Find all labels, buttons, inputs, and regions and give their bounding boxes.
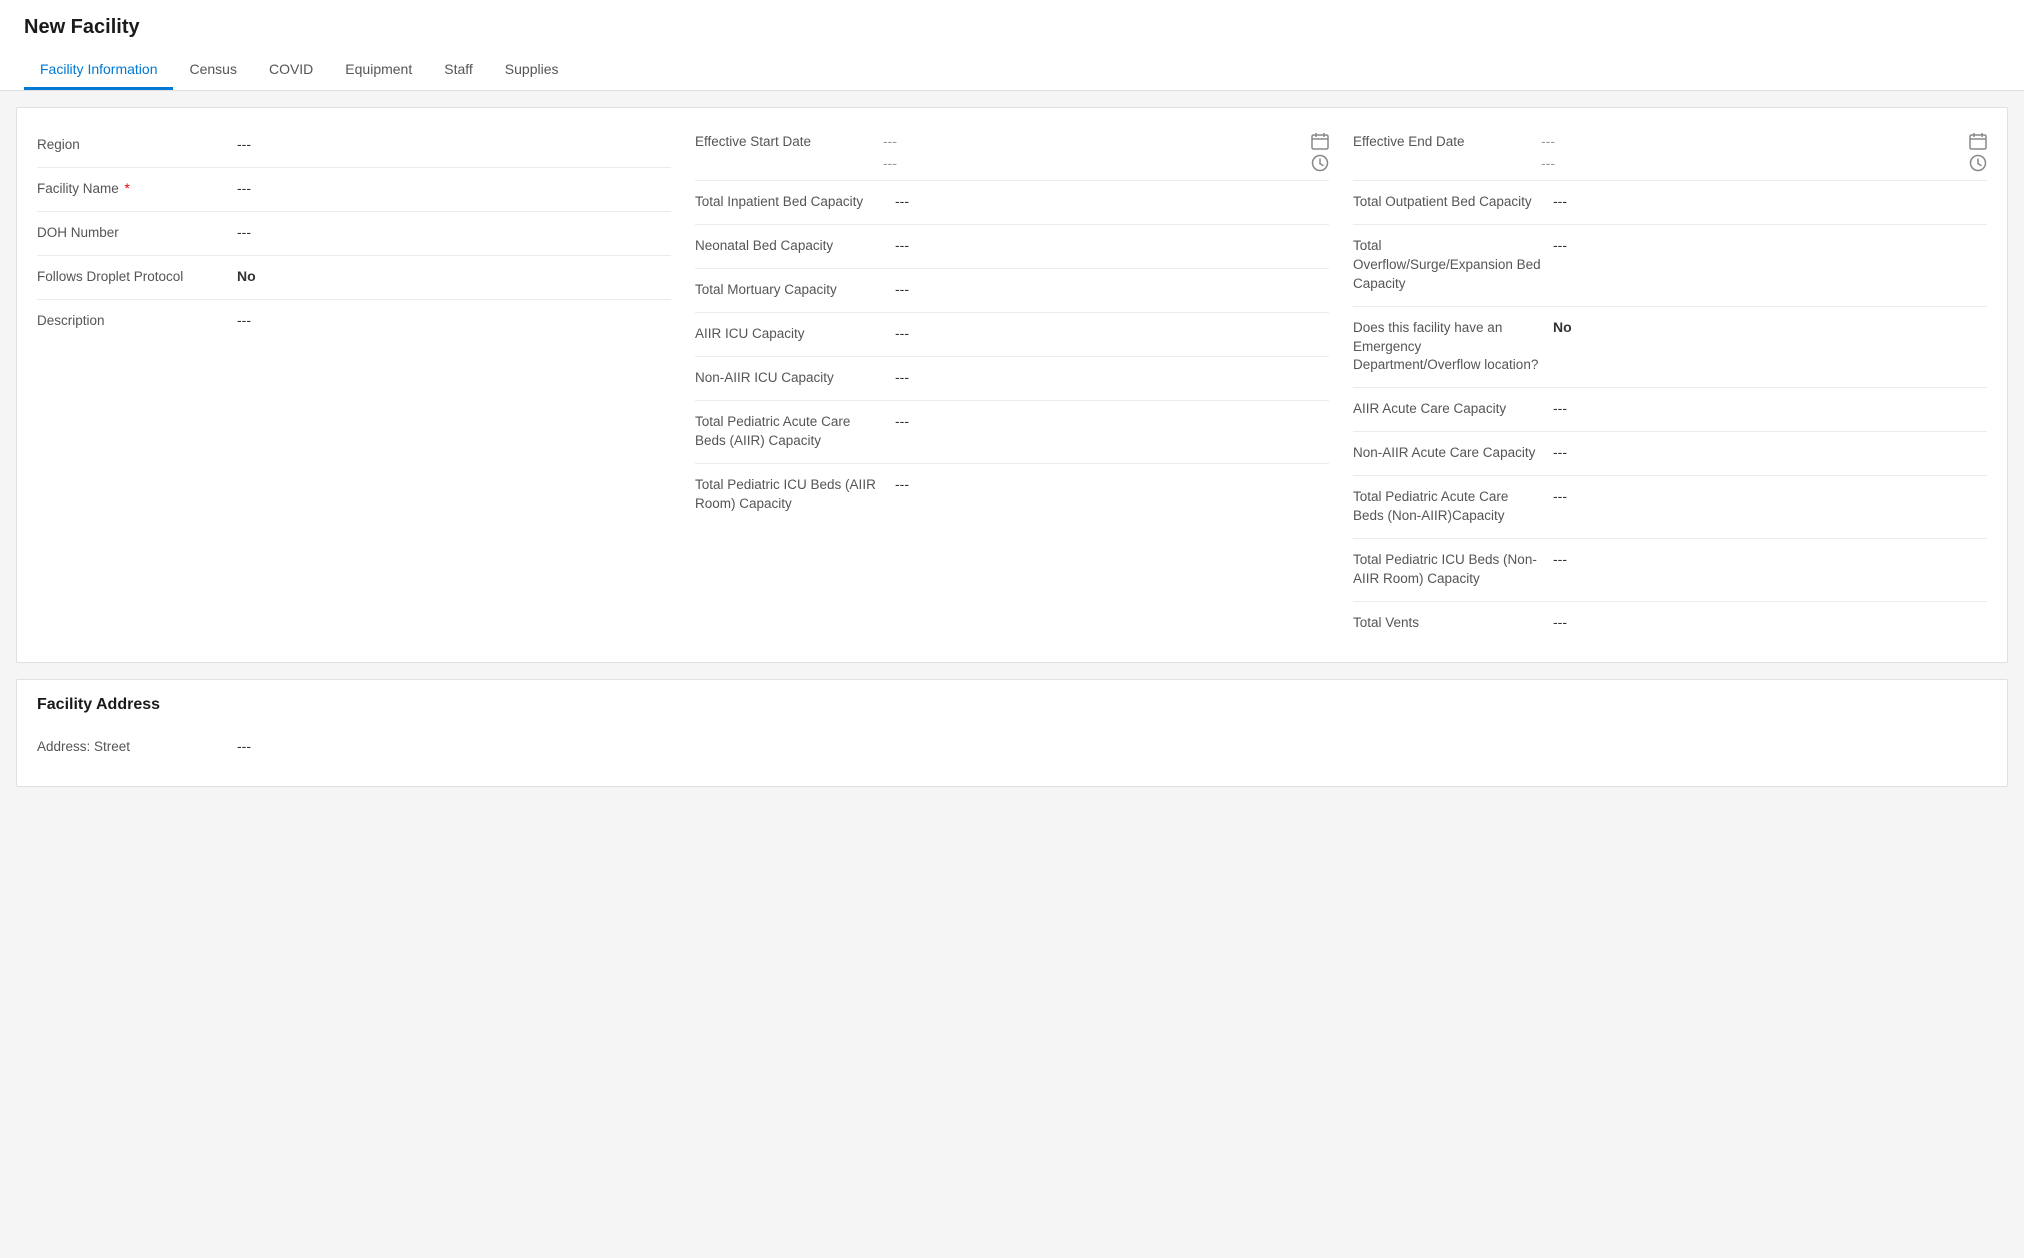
follows-droplet-value: No xyxy=(237,268,671,284)
address-street-row: Address: Street --- xyxy=(37,726,1987,770)
bed-left-value-4: --- xyxy=(895,369,1329,385)
right-section: Effective End Date --- xyxy=(1353,124,1987,646)
tab-staff[interactable]: Staff xyxy=(428,51,489,90)
bed-capacity-left-section: Total Inpatient Bed Capacity --- Neonata… xyxy=(695,181,1329,526)
facility-name-row: Facility Name * --- xyxy=(37,168,671,212)
bed-right-row-6: Total Pediatric ICU Beds (Non-AIIR Room)… xyxy=(1353,539,1987,602)
page-header: New Facility Facility Information Census… xyxy=(0,0,2024,91)
region-label: Region xyxy=(37,136,237,155)
region-row: Region --- xyxy=(37,124,671,168)
bed-capacity-right-section: Total Outpatient Bed Capacity --- Total … xyxy=(1353,181,1987,646)
bed-right-row-3: AIIR Acute Care Capacity --- xyxy=(1353,388,1987,432)
tab-equipment[interactable]: Equipment xyxy=(329,51,428,90)
bed-right-value-2: No xyxy=(1553,319,1987,335)
effective-end-date-block: Effective End Date --- xyxy=(1353,124,1987,181)
bed-right-label-5: Total Pediatric Acute Care Beds (Non-AII… xyxy=(1353,488,1553,526)
bed-left-label-2: Total Mortuary Capacity xyxy=(695,281,895,300)
facility-info-grid: Region --- Facility Name * --- DOH Numbe… xyxy=(37,124,1987,646)
bed-right-row-0: Total Outpatient Bed Capacity --- xyxy=(1353,181,1987,225)
bed-left-row-2: Total Mortuary Capacity --- xyxy=(695,269,1329,313)
doh-number-label: DOH Number xyxy=(37,224,237,243)
bed-left-value-1: --- xyxy=(895,237,1329,253)
bed-right-value-3: --- xyxy=(1553,400,1987,416)
bed-right-row-4: Non-AIIR Acute Care Capacity --- xyxy=(1353,432,1987,476)
effective-start-date-calendar-icon[interactable] xyxy=(1311,132,1329,150)
effective-end-date-label: Effective End Date xyxy=(1353,134,1533,149)
effective-end-date-value: --- xyxy=(1541,133,1961,149)
description-value: --- xyxy=(237,312,671,328)
effective-start-time-clock-icon[interactable] xyxy=(1311,154,1329,172)
bed-right-row-2: Does this facility have an Emergency Dep… xyxy=(1353,307,1987,389)
bed-right-label-6: Total Pediatric ICU Beds (Non-AIIR Room)… xyxy=(1353,551,1553,589)
bed-left-row-4: Non-AIIR ICU Capacity --- xyxy=(695,357,1329,401)
address-street-label: Address: Street xyxy=(37,738,237,757)
tab-nav: Facility Information Census COVID Equipm… xyxy=(24,51,2000,90)
effective-start-time-value: --- xyxy=(883,155,1303,171)
bed-left-label-5: Total Pediatric Acute Care Beds (AIIR) C… xyxy=(695,413,895,451)
region-value: --- xyxy=(237,136,671,152)
facility-address-card: Facility Address Address: Street --- xyxy=(16,679,2008,787)
required-indicator: * xyxy=(121,181,130,196)
description-row: Description --- xyxy=(37,300,671,344)
bed-right-label-2: Does this facility have an Emergency Dep… xyxy=(1353,319,1553,376)
bed-right-value-7: --- xyxy=(1553,614,1987,630)
bed-right-row-5: Total Pediatric Acute Care Beds (Non-AII… xyxy=(1353,476,1987,539)
bed-right-label-7: Total Vents xyxy=(1353,614,1553,633)
effective-end-date-row: Effective End Date --- xyxy=(1353,132,1987,150)
bed-left-row-5: Total Pediatric Acute Care Beds (AIIR) C… xyxy=(695,401,1329,464)
bed-left-value-5: --- xyxy=(895,413,1329,429)
effective-start-date-block: Effective Start Date --- xyxy=(695,124,1329,181)
bed-left-row-1: Neonatal Bed Capacity --- xyxy=(695,225,1329,269)
tab-facility-information[interactable]: Facility Information xyxy=(24,51,173,90)
description-label: Description xyxy=(37,312,237,331)
bed-left-label-1: Neonatal Bed Capacity xyxy=(695,237,895,256)
bed-left-value-3: --- xyxy=(895,325,1329,341)
basic-info-section: Region --- Facility Name * --- DOH Numbe… xyxy=(37,124,671,646)
bed-right-row-7: Total Vents --- xyxy=(1353,602,1987,646)
bed-left-row-6: Total Pediatric ICU Beds (AIIR Room) Cap… xyxy=(695,464,1329,526)
facility-name-value: --- xyxy=(237,180,671,196)
address-street-value: --- xyxy=(237,738,1987,754)
bed-left-value-6: --- xyxy=(895,476,1329,492)
page-title: New Facility xyxy=(24,16,2000,39)
bed-left-label-4: Non-AIIR ICU Capacity xyxy=(695,369,895,388)
facility-address-title: Facility Address xyxy=(37,696,1987,714)
effective-end-date-calendar-icon[interactable] xyxy=(1969,132,1987,150)
effective-start-date-row: Effective Start Date --- xyxy=(695,132,1329,150)
follows-droplet-label: Follows Droplet Protocol xyxy=(37,268,237,287)
bed-left-row-0: Total Inpatient Bed Capacity --- xyxy=(695,181,1329,225)
bed-left-label-3: AIIR ICU Capacity xyxy=(695,325,895,344)
bed-left-row-3: AIIR ICU Capacity --- xyxy=(695,313,1329,357)
tab-census[interactable]: Census xyxy=(173,51,252,90)
bed-right-value-4: --- xyxy=(1553,444,1987,460)
middle-section: Effective Start Date --- xyxy=(695,124,1329,646)
effective-start-time-row: --- xyxy=(695,150,1329,172)
effective-start-date-value: --- xyxy=(883,133,1303,149)
tab-supplies[interactable]: Supplies xyxy=(489,51,575,90)
effective-end-time-clock-icon[interactable] xyxy=(1969,154,1987,172)
follows-droplet-row: Follows Droplet Protocol No xyxy=(37,256,671,300)
doh-number-row: DOH Number --- xyxy=(37,212,671,256)
bed-right-label-3: AIIR Acute Care Capacity xyxy=(1353,400,1553,419)
bed-left-label-0: Total Inpatient Bed Capacity xyxy=(695,193,895,212)
facility-info-card: Region --- Facility Name * --- DOH Numbe… xyxy=(16,107,2008,663)
doh-number-value: --- xyxy=(237,224,671,240)
bed-right-value-5: --- xyxy=(1553,488,1987,504)
bed-right-label-0: Total Outpatient Bed Capacity xyxy=(1353,193,1553,212)
effective-end-time-value: --- xyxy=(1541,155,1961,171)
bed-right-value-1: --- xyxy=(1553,237,1987,253)
bed-left-value-0: --- xyxy=(895,193,1329,209)
bed-right-row-1: Total Overflow/Surge/Expansion Bed Capac… xyxy=(1353,225,1987,307)
bed-right-label-4: Non-AIIR Acute Care Capacity xyxy=(1353,444,1553,463)
bed-left-value-2: --- xyxy=(895,281,1329,297)
facility-name-label: Facility Name * xyxy=(37,180,237,199)
bed-right-label-1: Total Overflow/Surge/Expansion Bed Capac… xyxy=(1353,237,1553,294)
effective-end-time-row: --- xyxy=(1353,150,1987,172)
tab-covid[interactable]: COVID xyxy=(253,51,329,90)
main-content: Region --- Facility Name * --- DOH Numbe… xyxy=(0,91,2024,819)
bed-right-value-6: --- xyxy=(1553,551,1987,567)
effective-start-date-label: Effective Start Date xyxy=(695,134,875,149)
bed-right-value-0: --- xyxy=(1553,193,1987,209)
bed-left-label-6: Total Pediatric ICU Beds (AIIR Room) Cap… xyxy=(695,476,895,514)
